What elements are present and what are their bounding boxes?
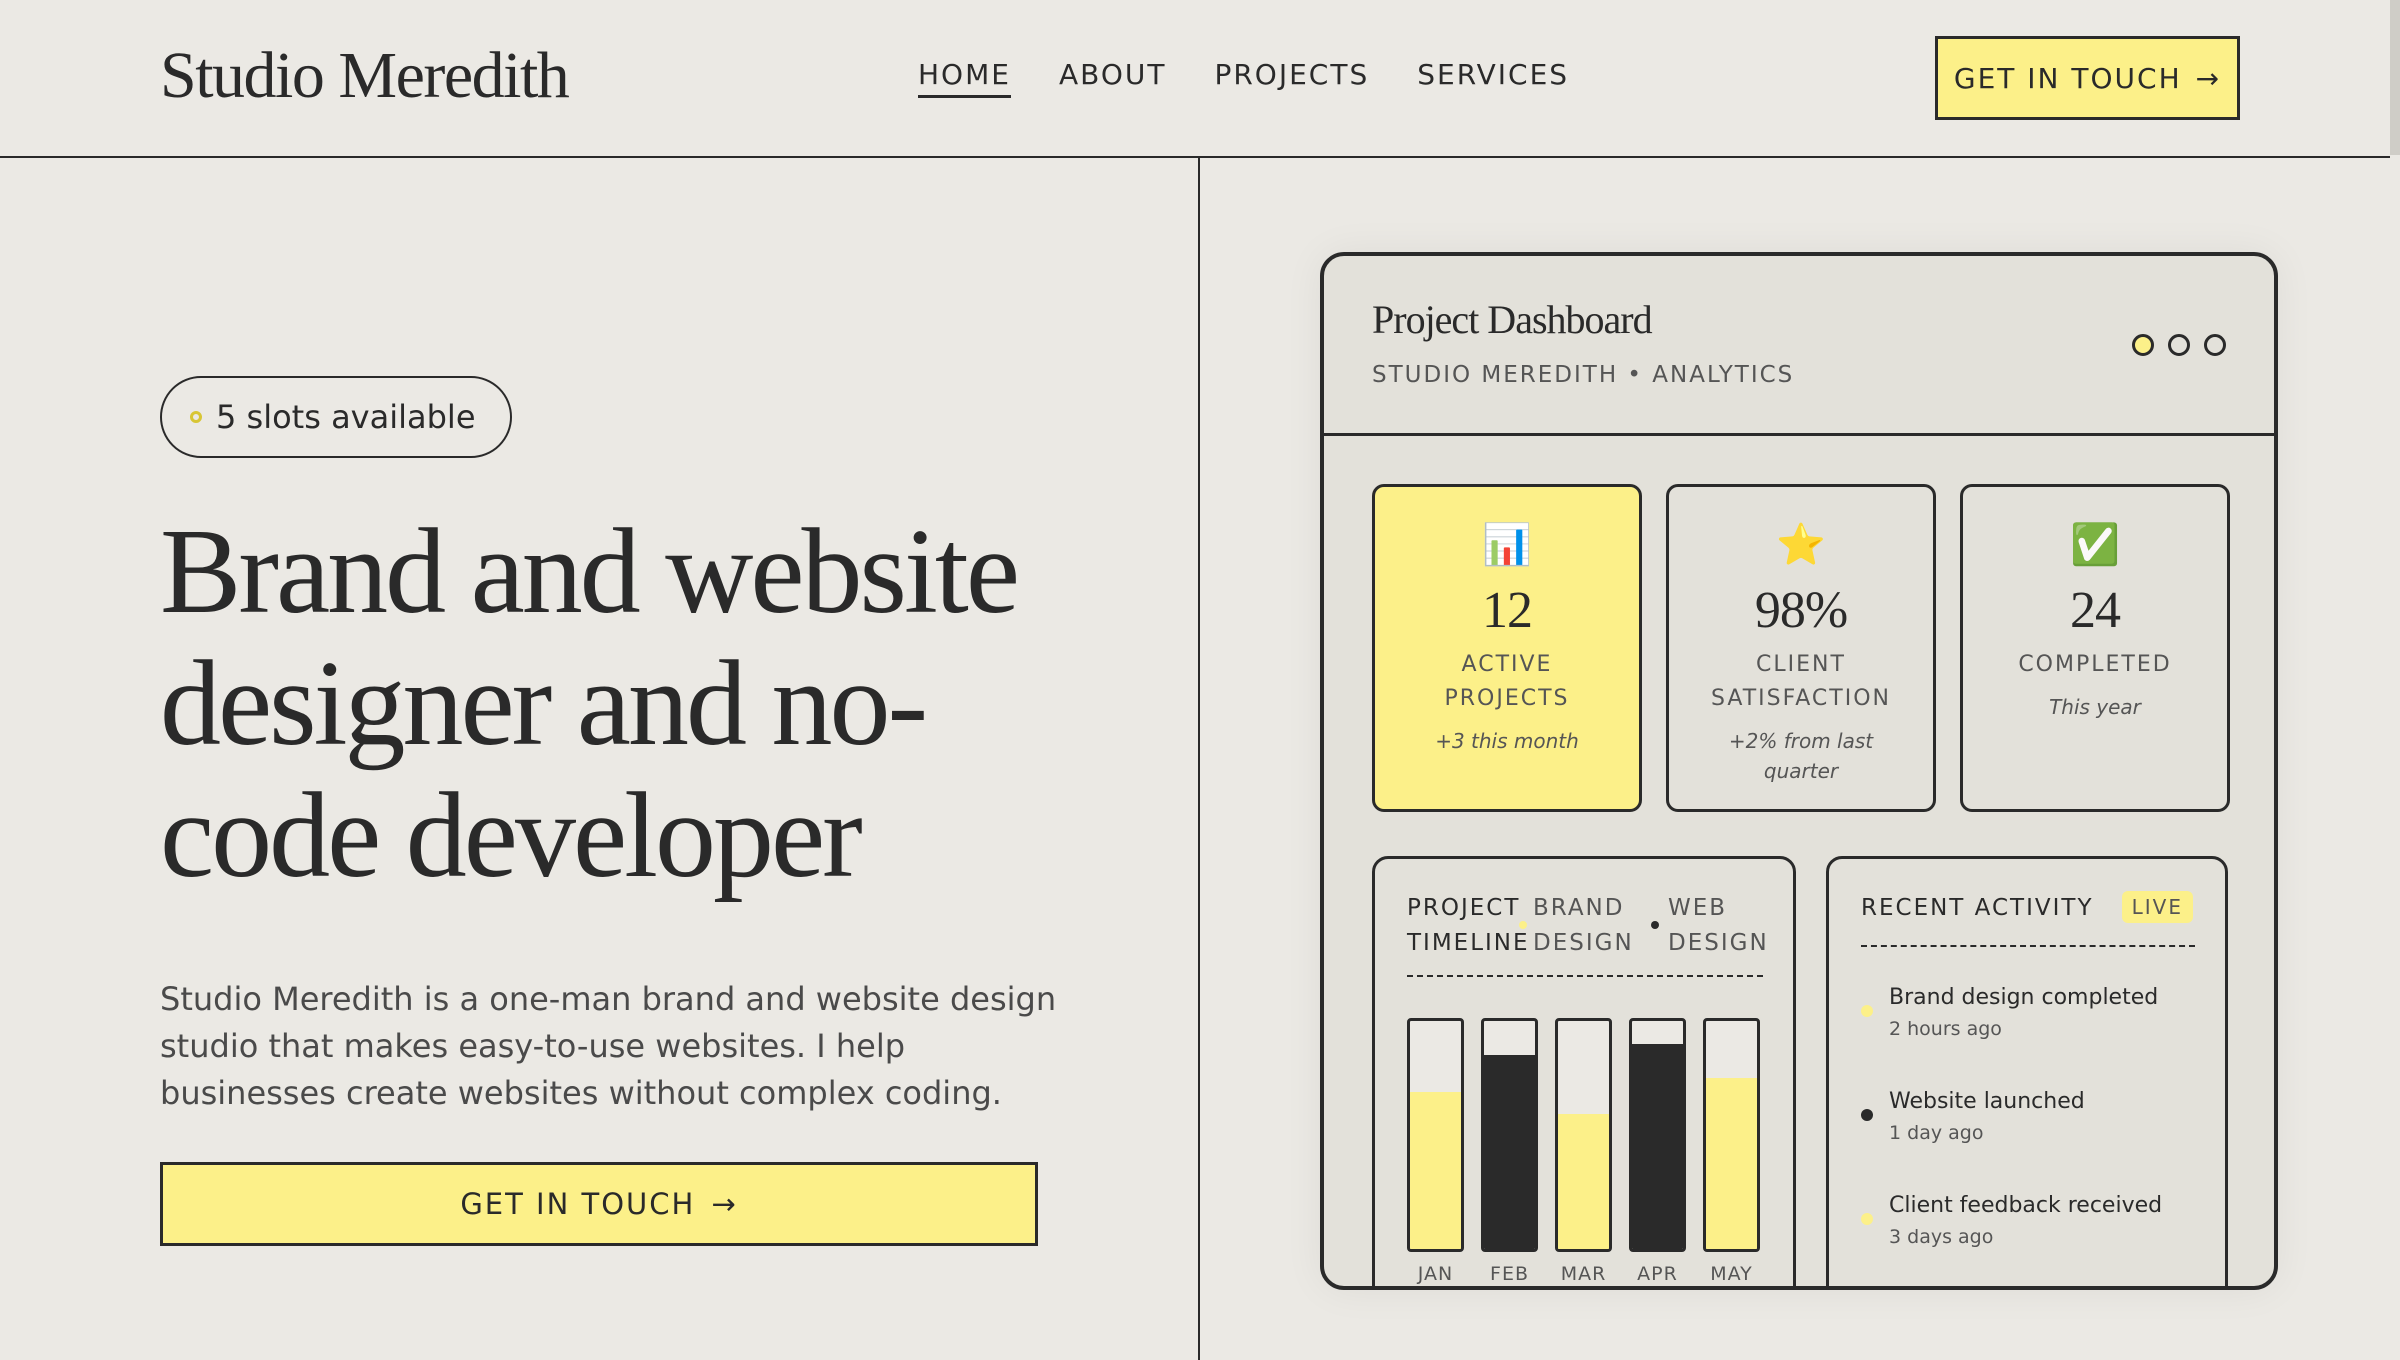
- hero-cta-label: GET IN TOUCH: [460, 1187, 696, 1221]
- activity-item: Brand design completed 2 hours ago: [1861, 985, 2221, 1040]
- window-dot-icon: [2168, 334, 2190, 356]
- dashboard-subtitle: STUDIO MEREDITH • ANALYTICS: [1372, 362, 1795, 388]
- activity-text: Brand design completed: [1889, 985, 2159, 1010]
- stat-label: COMPLETED: [2018, 652, 2172, 677]
- nav-services[interactable]: SERVICES: [1417, 58, 1569, 98]
- site-header: Studio Meredith HOME ABOUT PROJECTS SERV…: [0, 0, 2390, 158]
- activity-item: Client feedback received 3 days ago: [1861, 1193, 2221, 1248]
- nav-about[interactable]: ABOUT: [1059, 58, 1167, 98]
- header-get-in-touch-button[interactable]: GET IN TOUCH →: [1935, 36, 2240, 120]
- stat-card-completed: ✅ 24 COMPLETED This year: [1960, 484, 2230, 812]
- stat-label: ACTIVE PROJECTS: [1444, 652, 1570, 711]
- activity-time: 1 day ago: [1889, 1122, 1984, 1144]
- section-divider: [1198, 158, 1200, 1360]
- hero-get-in-touch-button[interactable]: GET IN TOUCH →: [160, 1162, 1038, 1246]
- activity-time: 2 hours ago: [1889, 1018, 2002, 1040]
- activity-dot-icon: [1861, 1213, 1873, 1225]
- stat-note: +3 this month: [1435, 729, 1579, 753]
- bar-label-mar: MAR: [1560, 1263, 1607, 1285]
- window-dot-icon: [2204, 334, 2226, 356]
- legend-brand-swatch: [1519, 921, 1527, 929]
- bar-label-feb: FEB: [1490, 1263, 1529, 1285]
- nav-projects[interactable]: PROJECTS: [1214, 58, 1369, 98]
- activity-dot-icon: [1861, 1005, 1873, 1017]
- bar-track-jan: [1407, 1018, 1464, 1252]
- site-logo[interactable]: Studio Meredith: [160, 38, 570, 114]
- activity-text: Client feedback received: [1889, 1193, 2163, 1218]
- window-dots: [2132, 334, 2226, 356]
- stat-card-client-satisfaction: ⭐ 98% CLIENT SATISFACTION +2% from last …: [1666, 484, 1936, 812]
- check-icon: ✅: [2070, 522, 2120, 568]
- window-dot-icon: [2132, 334, 2154, 356]
- activity-time: 3 days ago: [1889, 1226, 1994, 1248]
- bar-track-mar: [1555, 1018, 1612, 1252]
- activity-dot-icon: [1861, 1109, 1873, 1121]
- bar-apr: [1632, 1044, 1683, 1249]
- bar-label-jan: JAN: [1417, 1263, 1454, 1285]
- bar-jan: [1410, 1092, 1461, 1249]
- stat-card-active-projects: 📊 12 ACTIVE PROJECTS +3 this month: [1372, 484, 1642, 812]
- bar-track-may: [1703, 1018, 1760, 1252]
- activity-title: RECENT ACTIVITY: [1861, 895, 2094, 921]
- bar-label-apr: APR: [1637, 1263, 1678, 1285]
- scrollbar[interactable]: [2390, 0, 2400, 155]
- star-icon: ⭐: [1776, 522, 1826, 568]
- bar-mar: [1558, 1114, 1609, 1249]
- timeline-divider: [1407, 975, 1763, 977]
- recent-activity-panel: RECENT ACTIVITY LIVE Brand design comple…: [1826, 856, 2228, 1286]
- bar-may: [1706, 1078, 1757, 1249]
- nav-home[interactable]: HOME: [918, 58, 1011, 98]
- stat-note: +2% from last quarter: [1728, 729, 1874, 783]
- bar-track-feb: [1481, 1018, 1538, 1252]
- header-cta-label: GET IN TOUCH: [1953, 61, 2182, 95]
- activity-item: Website launched 1 day ago: [1861, 1089, 2221, 1144]
- project-timeline-panel: PROJECT TIMELINE BRAND DESIGN WEB DESIGN…: [1372, 856, 1796, 1286]
- hero-description: Studio Meredith is a one-man brand and w…: [160, 980, 1057, 1112]
- activity-text: Website launched: [1889, 1089, 2085, 1114]
- bar-feb: [1484, 1055, 1535, 1249]
- arrow-right-icon: →: [711, 1187, 738, 1221]
- activity-divider: [1861, 945, 2195, 947]
- stat-note: This year: [2049, 695, 2141, 719]
- live-badge: LIVE: [2121, 891, 2193, 923]
- availability-badge: 5 slots available: [160, 376, 512, 458]
- stat-value: 12: [1482, 582, 1533, 639]
- main-nav: HOME ABOUT PROJECTS SERVICES: [918, 58, 1569, 98]
- arrow-right-icon: →: [2195, 61, 2222, 95]
- stat-value: 98%: [1754, 582, 1848, 639]
- stat-value: 24: [2070, 582, 2121, 639]
- legend-brand-design: BRAND DESIGN: [1533, 895, 1634, 956]
- timeline-title: PROJECT TIMELINE: [1407, 895, 1530, 956]
- bar-chart-icon: 📊: [1482, 522, 1532, 568]
- legend-web-design: WEB DESIGN: [1668, 895, 1769, 956]
- bar-label-may: MAY: [1710, 1263, 1753, 1285]
- bar-track-apr: [1629, 1018, 1686, 1252]
- legend-web-swatch: [1651, 921, 1659, 929]
- stat-label: CLIENT SATISFACTION: [1711, 652, 1891, 711]
- hero-title: Brand and website designer and no-code d…: [160, 504, 1020, 903]
- project-dashboard: Project Dashboard STUDIO MEREDITH • ANAL…: [1320, 252, 2278, 1290]
- status-dot-icon: [190, 411, 202, 423]
- dashboard-title: Project Dashboard: [1372, 297, 1653, 342]
- dashboard-header: Project Dashboard STUDIO MEREDITH • ANAL…: [1324, 256, 2274, 436]
- availability-text: 5 slots available: [216, 398, 476, 436]
